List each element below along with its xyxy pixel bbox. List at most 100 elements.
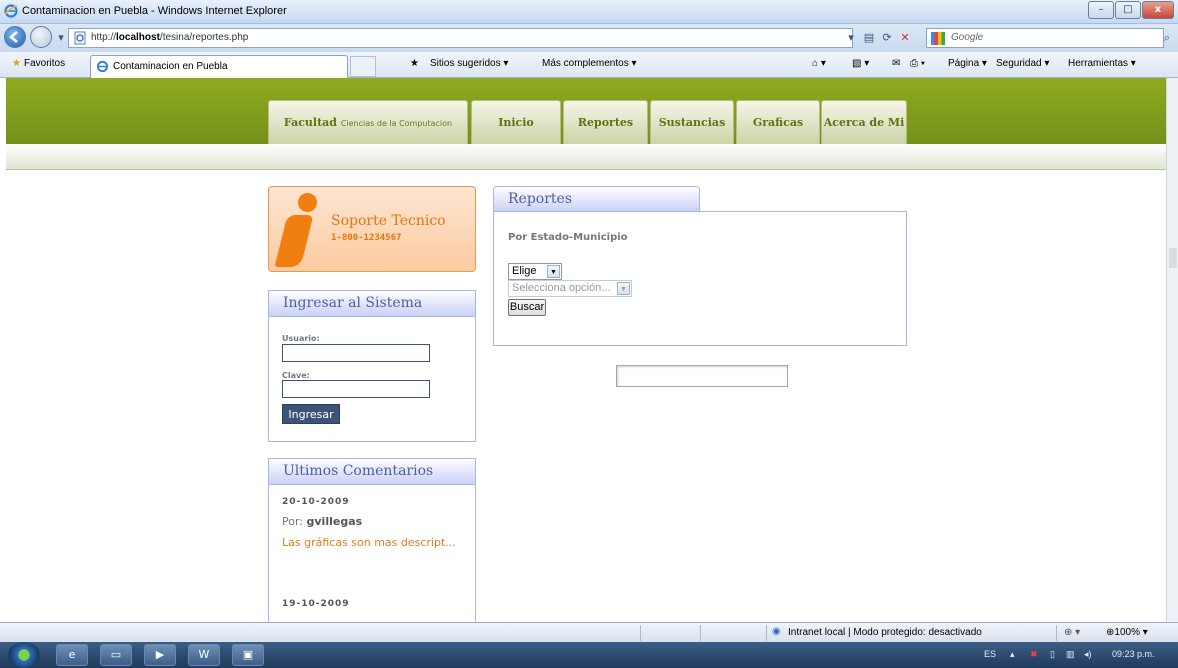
start-button[interactable] <box>8 642 40 668</box>
feeds-icon[interactable]: ▧ ▾ <box>852 58 869 69</box>
scrollbar-thumb[interactable] <box>1169 248 1177 268</box>
search-placeholder: Google <box>951 32 984 43</box>
clave-field[interactable] <box>282 380 430 398</box>
address-bar[interactable]: http://localhost/tesina/reportes.php <box>68 28 853 48</box>
chevron-down-icon: ▼ <box>617 282 630 295</box>
print-icon[interactable]: ⎙ ▾ <box>910 58 925 69</box>
zoom-level[interactable]: ⊕100% ▾ <box>1106 627 1148 638</box>
comment-date: 20-10-2009 <box>282 497 350 507</box>
chevron-down-icon: ▼ <box>547 265 560 278</box>
forward-button[interactable] <box>30 26 52 48</box>
status-bar: ◉ Intranet local | Modo protegido: desac… <box>0 622 1178 642</box>
comments-title: Ultimos Comentarios <box>269 459 475 485</box>
nav-acerca[interactable]: Acerca de Mi <box>821 100 907 144</box>
status-separator <box>700 625 701 641</box>
tab-title: Contaminacion en Puebla <box>113 61 228 72</box>
soporte-title: Soporte Tecnico <box>331 213 446 229</box>
google-icon <box>931 32 945 45</box>
pagina-menu[interactable]: Página ▾ <box>948 58 987 69</box>
arrow-left-icon <box>9 31 18 43</box>
herramientas-menu[interactable]: Herramientas ▾ <box>1068 58 1136 69</box>
address-dropdown-icon[interactable]: ▾ <box>842 28 860 48</box>
nav-reportes[interactable]: Reportes <box>563 100 648 144</box>
usuario-field[interactable] <box>282 344 430 362</box>
mail-icon[interactable]: ✉ <box>892 58 900 69</box>
ie-taskbar-icon[interactable]: e <box>56 644 88 666</box>
refresh-icon[interactable]: ⟳ <box>878 28 896 48</box>
nav-facultad[interactable]: Facultad Ciencias de la Computacion <box>268 100 468 144</box>
protected-mode-icon[interactable]: ⊕ ▾ <box>1064 627 1080 638</box>
municipio-select[interactable]: Selecciona opción... ▼ <box>508 280 632 297</box>
estado-select[interactable]: Elige ▼ <box>508 263 562 280</box>
ie-tab-icon <box>96 60 109 73</box>
nav-graficas[interactable]: Graficas <box>736 100 820 144</box>
star-icon: ★ <box>12 58 21 69</box>
address-toolbar: ▾ http://localhost/tesina/reportes.php ▾… <box>0 24 1178 52</box>
web-page: Facultad Ciencias de la Computacion Inic… <box>6 78 1166 622</box>
favorites-bar: ★ Favoritos Contaminacion en Puebla ★ Sit… <box>0 52 1178 78</box>
status-separator <box>766 625 767 641</box>
soporte-tecnico-box: Soporte Tecnico 1-800-1234567 <box>268 186 476 272</box>
buscar-button[interactable]: Buscar <box>508 299 546 316</box>
status-separator <box>1056 625 1057 641</box>
ingresar-button[interactable]: Ingresar <box>282 404 340 424</box>
comment-author: Por: gvillegas <box>282 515 363 528</box>
minimize-button[interactable]: – <box>1088 1 1114 19</box>
new-tab-button[interactable] <box>350 56 376 77</box>
mas-complementos-button[interactable]: Más complementos ▾ <box>542 58 637 69</box>
comments-panel: Ultimos Comentarios 20-10-2009 Por: gvil… <box>268 458 476 622</box>
page-icon <box>74 31 86 45</box>
add-favorites-icon[interactable]: ★ <box>410 58 419 69</box>
soporte-phone: 1-800-1234567 <box>331 233 402 243</box>
comment-date: 19-10-2009 <box>282 599 350 609</box>
reportes-panel: Por Estado-Municipio Elige ▼ Selecciona … <box>493 211 907 346</box>
nav-sustancias[interactable]: Sustancias <box>650 100 734 144</box>
close-button[interactable]: x <box>1142 1 1174 19</box>
clave-label: Clave: <box>282 371 310 380</box>
usuario-label: Usuario: <box>282 334 320 343</box>
site-subheader <box>6 144 1166 170</box>
network-icon[interactable]: ▥ <box>1066 649 1075 660</box>
address-url: http://localhost/tesina/reportes.php <box>91 32 249 43</box>
text-input[interactable] <box>616 365 788 387</box>
search-input[interactable]: Google <box>926 28 1164 48</box>
back-button[interactable] <box>4 26 26 48</box>
stop-icon[interactable]: ✕ <box>896 28 914 48</box>
action-center-icon[interactable]: ✖ <box>1030 649 1038 660</box>
media-player-taskbar-icon[interactable]: ▶ <box>144 644 176 666</box>
battery-icon[interactable]: ▯ <box>1050 649 1055 660</box>
tray-arrow-icon[interactable]: ▴ <box>1010 649 1015 660</box>
estado-select-value: Elige <box>512 265 537 277</box>
favorites-button[interactable]: ★ Favoritos <box>12 58 65 69</box>
nav-inicio[interactable]: Inicio <box>471 100 561 144</box>
zone-status[interactable]: Intranet local | Modo protegido: desacti… <box>788 627 982 638</box>
search-icon[interactable]: ⌕ <box>1158 28 1176 48</box>
home-icon[interactable]: ⌂ ▾ <box>812 58 826 69</box>
ie-icon <box>4 4 18 18</box>
municipio-select-value: Selecciona opción... <box>512 282 611 294</box>
sitios-sugeridos-button[interactable]: Sitios sugeridos ▾ <box>430 58 508 69</box>
language-indicator[interactable]: ES <box>984 649 996 659</box>
app-taskbar-icon[interactable]: ▣ <box>232 644 264 666</box>
word-taskbar-icon[interactable]: W <box>188 644 220 666</box>
seguridad-menu[interactable]: Seguridad ▾ <box>996 58 1049 69</box>
reportes-subtitle: Por Estado-Municipio <box>508 232 628 243</box>
window-titlebar: Contaminacion en Puebla - Windows Intern… <box>0 0 1178 24</box>
info-icon-dot <box>298 193 317 212</box>
status-separator <box>640 625 641 641</box>
intranet-icon: ◉ <box>772 626 781 637</box>
vertical-scrollbar[interactable] <box>1166 78 1178 622</box>
comment-text[interactable]: Las gráficas son mas descript... <box>282 533 458 553</box>
compatibility-icon[interactable]: ▤ <box>860 28 878 48</box>
explorer-taskbar-icon[interactable]: ▭ <box>100 644 132 666</box>
info-icon <box>274 215 314 267</box>
volume-icon[interactable]: ◂) <box>1084 649 1092 660</box>
clock[interactable]: 09:23 p.m. <box>1112 649 1155 659</box>
site-header: Facultad Ciencias de la Computacion Inic… <box>6 78 1166 144</box>
maximize-button[interactable]: □ <box>1115 1 1141 19</box>
browser-tab[interactable]: Contaminacion en Puebla <box>90 55 348 78</box>
windows-taskbar: e ▭ ▶ W ▣ ES ▴ ✖ ▯ ▥ ◂) 09:23 p.m. <box>0 642 1178 668</box>
login-panel: Ingresar al Sistema Usuario: Clave: Ingr… <box>268 290 476 442</box>
login-title: Ingresar al Sistema <box>269 291 475 317</box>
reportes-title: Reportes <box>493 186 700 212</box>
